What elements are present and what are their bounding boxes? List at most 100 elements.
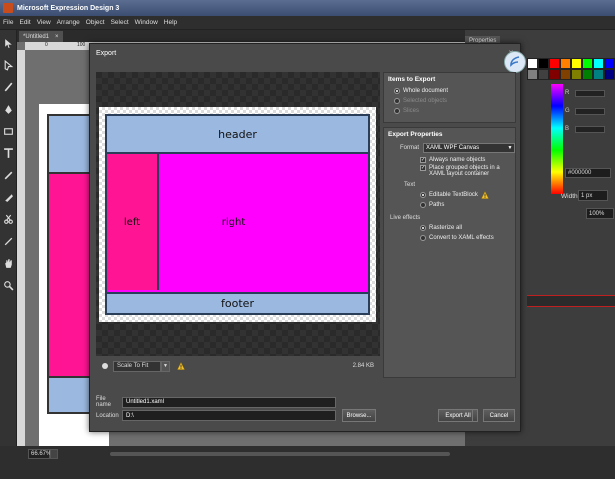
- preview-left: left: [107, 154, 159, 290]
- export-properties-section: Export Properties Format XAML WPF Canvas…: [383, 127, 516, 378]
- color-swatch[interactable]: [582, 69, 593, 80]
- preview-right: right: [221, 216, 246, 228]
- green-label: G: [565, 108, 570, 114]
- convert-xaml-label: Convert to XAML effects: [429, 235, 494, 241]
- preview-header: header: [107, 116, 368, 154]
- radio-paths[interactable]: Paths: [384, 200, 515, 210]
- format-dropdown[interactable]: XAML WPF Canvas ▼: [423, 143, 515, 153]
- close-icon[interactable]: ×: [55, 34, 59, 40]
- selection-tool-icon[interactable]: [2, 34, 15, 52]
- color-swatch[interactable]: [593, 69, 604, 80]
- horizontal-scrollbar[interactable]: [110, 452, 450, 456]
- blue-slider[interactable]: [575, 125, 605, 133]
- color-swatch[interactable]: [527, 58, 538, 69]
- export-preview: header left right footer: [96, 72, 380, 356]
- radio-icon[interactable]: [420, 225, 426, 231]
- color-swatch[interactable]: [549, 69, 560, 80]
- color-swatch[interactable]: [560, 69, 571, 80]
- window-title: Microsoft Expression Design 3: [17, 4, 120, 12]
- menu-object[interactable]: Object: [86, 19, 105, 26]
- radio-icon[interactable]: [394, 88, 400, 94]
- items-section-title: Items to Export: [388, 76, 436, 83]
- place-grouped-checkbox[interactable]: ✓ Place grouped objects in a XAML layout…: [384, 165, 515, 177]
- always-name-label: Always name objects: [429, 157, 486, 163]
- stroke-width-field[interactable]: 1 px: [578, 190, 608, 201]
- color-swatch[interactable]: [527, 69, 538, 80]
- radio-slices: Slices: [384, 106, 515, 116]
- place-grouped-label: Place grouped objects in a XAML layout c…: [429, 165, 500, 177]
- radio-convert-xaml[interactable]: Convert to XAML effects: [384, 233, 515, 243]
- export-dropdown-arrow[interactable]: [472, 410, 478, 421]
- brush-tool-icon[interactable]: [2, 78, 15, 96]
- browse-button[interactable]: Browse...: [342, 409, 376, 422]
- scale-dropdown[interactable]: Scale To Fit ▼: [113, 360, 170, 372]
- chevron-down-icon[interactable]: ▼: [161, 360, 170, 372]
- zoom-field[interactable]: 66.67%: [28, 449, 51, 459]
- pen-tool-icon[interactable]: [2, 100, 15, 118]
- location-label: Location: [96, 412, 119, 419]
- green-slider[interactable]: [575, 107, 605, 115]
- ruler-mark-0: 0: [45, 42, 48, 48]
- menu-file[interactable]: File: [3, 19, 13, 26]
- radio-slices-label: Slices: [403, 108, 420, 114]
- menu-help[interactable]: Help: [164, 19, 177, 26]
- knife-tool-icon[interactable]: [2, 232, 15, 250]
- color-swatch[interactable]: [604, 69, 615, 80]
- radio-icon[interactable]: [420, 235, 426, 241]
- radio-icon[interactable]: [420, 202, 426, 208]
- rgb-sliders: R G B: [565, 84, 613, 138]
- text-tool-icon[interactable]: [2, 144, 15, 162]
- color-swatch[interactable]: [604, 58, 615, 69]
- zoom-dropdown[interactable]: [50, 449, 58, 459]
- color-swatch[interactable]: [538, 69, 549, 80]
- scale-dropdown-value: Scale To Fit: [117, 363, 149, 369]
- color-swatch[interactable]: [593, 58, 604, 69]
- checkbox-icon[interactable]: ✓: [420, 157, 426, 163]
- menu-window[interactable]: Window: [135, 19, 158, 26]
- menu-select[interactable]: Select: [111, 19, 129, 26]
- radio-whole-document[interactable]: Whole document: [384, 86, 515, 96]
- hex-color-field[interactable]: #000000: [565, 168, 611, 178]
- color-swatch[interactable]: [549, 58, 560, 69]
- zoom-tool-icon[interactable]: [2, 276, 15, 294]
- chevron-down-icon[interactable]: ▼: [506, 144, 514, 152]
- color-swatch[interactable]: [571, 69, 582, 80]
- gradient-tool-icon[interactable]: [2, 188, 15, 206]
- radio-rasterize-all[interactable]: Rasterize all: [384, 223, 515, 233]
- color-swatch[interactable]: [582, 58, 593, 69]
- always-name-checkbox[interactable]: ✓ Always name objects: [384, 157, 515, 163]
- menu-arrange[interactable]: Arrange: [57, 19, 80, 26]
- swatch-grid[interactable]: [527, 58, 615, 80]
- radio-whole-document-label: Whole document: [403, 88, 449, 94]
- red-slider[interactable]: [575, 89, 605, 97]
- warning-icon: [480, 191, 489, 199]
- document-tab[interactable]: *Untitled1 ×: [19, 31, 63, 42]
- export-all-button[interactable]: Export All: [438, 409, 478, 422]
- file-name-label: File name: [96, 396, 112, 408]
- rectangle-tool-icon[interactable]: [2, 122, 15, 140]
- color-swatch[interactable]: [538, 58, 549, 69]
- radio-editable-textblock[interactable]: Editable TextBlock: [384, 190, 515, 200]
- app-icon: [3, 3, 13, 13]
- menu-edit[interactable]: Edit: [19, 19, 30, 26]
- preview-bullet-icon: [102, 363, 108, 369]
- location-input[interactable]: D:\: [122, 410, 336, 421]
- scissors-tool-icon[interactable]: [2, 210, 15, 228]
- eyedropper-tool-icon[interactable]: [2, 166, 15, 184]
- layers-list[interactable]: [527, 295, 615, 307]
- color-swatch[interactable]: [560, 58, 571, 69]
- color-swatch[interactable]: [571, 58, 582, 69]
- direct-selection-tool-icon[interactable]: [2, 56, 15, 74]
- ruler-mark-100: 100: [77, 42, 86, 48]
- export-dialog: Export × header left right footer Scale …: [89, 43, 526, 432]
- file-name-row: File name Untitled1.xaml: [96, 396, 336, 408]
- menu-view[interactable]: View: [37, 19, 51, 26]
- opacity-field[interactable]: 100%: [586, 208, 614, 219]
- format-row: Format XAML WPF Canvas ▼: [384, 141, 515, 155]
- file-name-input[interactable]: Untitled1.xaml: [122, 396, 336, 408]
- hand-tool-icon[interactable]: [2, 254, 15, 272]
- cancel-button[interactable]: Cancel: [483, 409, 515, 422]
- color-spectrum[interactable]: [551, 84, 563, 194]
- radio-icon[interactable]: [420, 192, 426, 198]
- checkbox-icon[interactable]: ✓: [420, 165, 426, 171]
